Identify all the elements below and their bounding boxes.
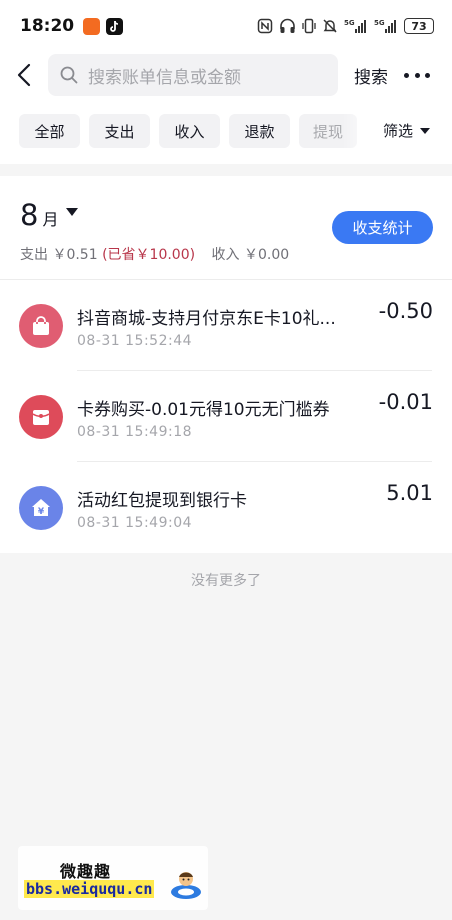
back-button[interactable]	[0, 52, 48, 98]
search-icon	[60, 66, 78, 84]
expense-label: 支出	[20, 247, 48, 263]
chevron-left-icon	[17, 63, 31, 87]
header: 搜索账单信息或金额 搜索	[0, 52, 452, 98]
transaction-list: 抖音商城-支持月付京东E卡10礼... 08-31 15:52:44 -0.50…	[0, 280, 452, 553]
month-selector[interactable]: 8 月	[20, 198, 79, 232]
filter-chip-refund[interactable]: 退款	[229, 114, 290, 148]
signal-5g-icon: 5G	[374, 19, 396, 33]
transaction-amount: 5.01	[386, 481, 433, 505]
transaction-row[interactable]: 抖音商城-支持月付京东E卡10礼... 08-31 15:52:44 -0.50	[0, 280, 452, 371]
month-summary: 8 月 支出 ￥0.51 (已省￥10.00) 收入 ￥0.00 收支统计	[0, 176, 452, 280]
status-icons: 5G 5G 73	[257, 18, 434, 34]
filter-chip-expense[interactable]: 支出	[89, 114, 150, 148]
transaction-title: 活动红包提现到银行卡	[77, 491, 247, 511]
filter-bar: 全部 支出 收入 退款 提现 筛选	[0, 98, 452, 164]
transaction-time: 08-31 15:49:04	[77, 515, 193, 531]
month-totals: 支出 ￥0.51 (已省￥10.00) 收入 ￥0.00	[20, 244, 289, 264]
expense-value: ￥0.51	[52, 247, 98, 263]
transaction-title: 卡券购买-0.01元得10元无门槛券	[77, 400, 330, 420]
filter-button[interactable]: 筛选	[383, 120, 430, 141]
svg-text:5G: 5G	[344, 19, 355, 27]
signal-5g-icon: 5G	[344, 19, 366, 33]
battery-level: 73	[404, 18, 434, 34]
caret-down-icon	[420, 127, 430, 134]
more-dot-icon	[425, 72, 430, 78]
transaction-time: 08-31 15:52:44	[77, 333, 193, 349]
transaction-row[interactable]: ¥ 活动红包提现到银行卡 08-31 15:49:04 5.01	[0, 462, 452, 553]
transaction-amount: -0.01	[378, 390, 433, 414]
vibrate-icon	[302, 18, 316, 34]
stats-button[interactable]: 收支统计	[332, 211, 433, 244]
watermark: 微趣趣 bbs.weiququ.cn	[18, 846, 208, 910]
saved-amount: (已省￥10.00)	[102, 247, 196, 263]
filter-fade-overlay	[342, 114, 382, 148]
no-more-text: 没有更多了	[191, 573, 261, 589]
filter-chip-income[interactable]: 收入	[159, 114, 220, 148]
more-dot-icon	[404, 72, 409, 78]
more-options-button[interactable]	[404, 72, 430, 78]
nfc-icon	[257, 18, 273, 34]
transaction-row[interactable]: 卡券购买-0.01元得10元无门槛券 08-31 15:49:18 -0.01	[0, 371, 452, 462]
mute-icon	[323, 19, 337, 33]
more-dot-icon	[414, 72, 420, 78]
headphones-icon	[280, 18, 295, 33]
svg-text:¥: ¥	[38, 507, 45, 517]
status-time: 18:20	[20, 16, 75, 36]
watermark-url: bbs.weiququ.cn	[24, 880, 155, 898]
transaction-amount: -0.50	[378, 299, 433, 323]
filter-chip-all[interactable]: 全部	[19, 114, 80, 148]
month-unit: 月	[42, 210, 59, 229]
search-button[interactable]: 搜索	[354, 63, 388, 88]
shopping-bag-icon	[19, 304, 63, 348]
search-placeholder: 搜索账单信息或金额	[88, 67, 241, 88]
red-envelope-icon	[19, 395, 63, 439]
income-label: 收入	[211, 247, 240, 263]
filter-label: 筛选	[382, 122, 413, 140]
swim-ring-mascot-icon	[171, 872, 201, 899]
douyin-notification-icon	[106, 17, 124, 35]
watermark-title: 微趣趣	[60, 862, 112, 881]
svg-text:5G: 5G	[374, 19, 385, 27]
app-notification-icon	[83, 17, 101, 35]
bank-house-icon: ¥	[19, 486, 63, 530]
status-bar: 18:20 5G 5G 73	[0, 0, 452, 52]
income-value: ￥0.00	[244, 247, 290, 263]
transaction-title: 抖音商城-支持月付京东E卡10礼...	[77, 309, 336, 329]
caret-down-icon	[66, 208, 79, 216]
search-input[interactable]: 搜索账单信息或金额	[48, 54, 338, 96]
month-number: 8	[20, 198, 39, 232]
transaction-time: 08-31 15:49:18	[77, 424, 193, 440]
